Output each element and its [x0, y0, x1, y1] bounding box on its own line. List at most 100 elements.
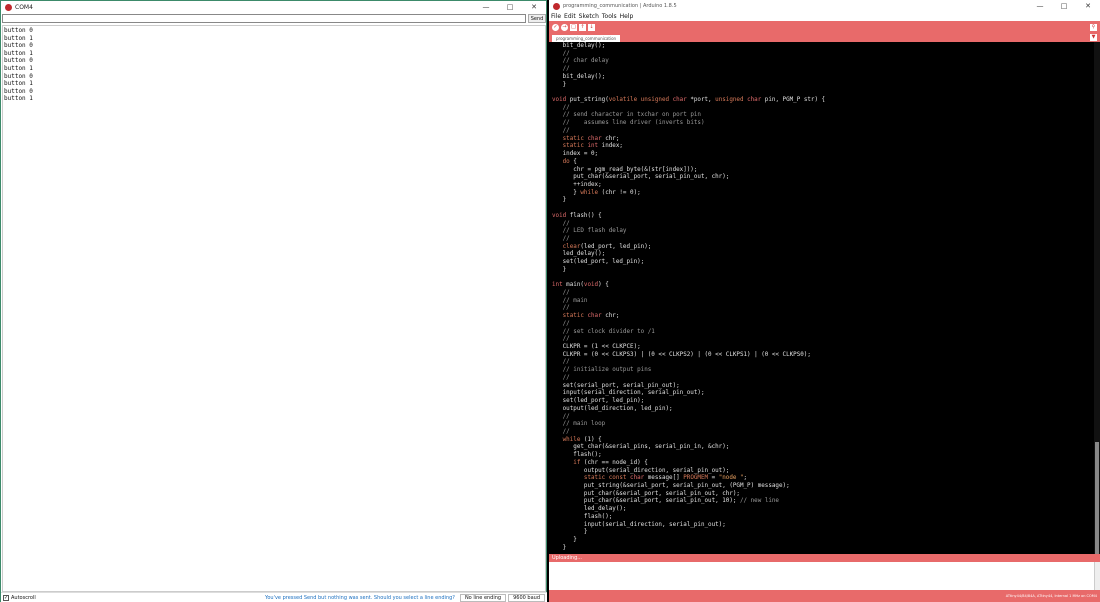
- ide-footer: ATtiny44/84/84A, ATtiny44, Internal 1 MH…: [549, 590, 1100, 602]
- code-line: while (1) {: [562, 436, 602, 443]
- ide-titlebar: programming_communication | Arduino 1.8.…: [549, 0, 1100, 12]
- serial-monitor-title: COM4: [15, 3, 33, 11]
- code-line: output(serial_direction, serial_pin_out)…: [552, 467, 730, 474]
- console-output: [549, 562, 1100, 590]
- menu-item-sketch[interactable]: Sketch: [579, 13, 599, 20]
- code-line: static char chr;: [562, 313, 620, 320]
- verify-icon[interactable]: ✓: [552, 23, 559, 31]
- maximize-icon[interactable]: □: [498, 3, 522, 11]
- line-ending-message: You've pressed Send but nothing was sent…: [264, 594, 455, 601]
- open-icon[interactable]: ↑: [579, 23, 586, 31]
- serial-input[interactable]: [2, 14, 526, 23]
- upload-icon[interactable]: →: [561, 23, 568, 31]
- code-line: CLKPR = (0 << CLKPS3) | (0 << CLKPS2) | …: [552, 351, 811, 358]
- line-ending-select[interactable]: No line ending: [459, 593, 507, 602]
- serial-monitor-icon[interactable]: ⚲: [1090, 23, 1097, 31]
- code-line: set(serial_port, serial_pin_out);: [552, 382, 680, 389]
- code-line: // send character in txchar on port pin: [562, 112, 701, 119]
- menu-item-file[interactable]: File: [551, 13, 561, 20]
- code-line: //: [562, 50, 570, 57]
- code-line: set(led_port, led_pin);: [552, 398, 645, 405]
- code-line: chr = pgm_read_byte(&(str[index]));: [552, 166, 698, 173]
- code-line: //: [562, 359, 570, 366]
- minimize-icon[interactable]: —: [1028, 2, 1052, 10]
- status-bar: Uploading...: [549, 554, 1100, 562]
- code-line: } while (chr != 0);: [552, 189, 641, 196]
- serial-output[interactable]: button 0 button 1 button 0 button 1 button 0…: [2, 25, 546, 592]
- code-line: int main(void) {: [552, 282, 609, 289]
- menu-item-edit[interactable]: Edit: [564, 13, 576, 20]
- code-line: }: [552, 544, 567, 551]
- baud-select[interactable]: 9600 baud: [508, 593, 545, 602]
- maximize-icon[interactable]: □: [1052, 2, 1076, 10]
- code-line: clear(led_port, led_pin);: [562, 243, 652, 250]
- toolbar: ✓ → □ ↑ ↓ ⚲: [549, 21, 1100, 33]
- editor-scrollbar[interactable]: [1094, 42, 1100, 592]
- code-line: input(serial_direction, serial_pin_out);: [552, 390, 705, 397]
- code-line: }: [552, 266, 567, 273]
- code-line: put_char(&serial_port, serial_pin_out, c…: [552, 174, 730, 181]
- new-icon[interactable]: □: [570, 23, 577, 31]
- code-line: input(serial_direction, serial_pin_out);: [552, 521, 726, 528]
- send-button[interactable]: Send: [528, 14, 546, 23]
- code-line: //: [562, 220, 570, 227]
- code-line: if (chr == node_id) {: [573, 459, 648, 466]
- autoscroll-checkbox[interactable]: ✓: [3, 594, 9, 601]
- serial-output-line: button 1: [4, 80, 33, 88]
- code-line: CLKPR = (1 << CLKPCE);: [552, 344, 641, 351]
- menu-item-help[interactable]: Help: [620, 13, 634, 20]
- code-line: get_char(&serial_pins, serial_pin_in, &c…: [552, 444, 730, 451]
- code-line: led_delay();: [552, 251, 606, 258]
- code-line: //: [562, 374, 570, 381]
- arduino-icon: [5, 3, 12, 11]
- close-icon[interactable]: ✕: [1076, 2, 1100, 10]
- code-line: }: [552, 537, 577, 543]
- code-line: // main: [562, 297, 588, 304]
- code-line: //: [562, 336, 570, 343]
- code-line: // assumes line driver (inverts bits): [562, 120, 705, 127]
- console-scrollbar[interactable]: [1094, 562, 1100, 590]
- code-line: led_delay();: [552, 506, 627, 513]
- code-line: }: [552, 197, 567, 204]
- code-line: //: [562, 305, 570, 312]
- code-line: static int index;: [562, 143, 623, 150]
- code-line: void flash() {: [552, 212, 602, 219]
- autoscroll-label: Autoscroll: [11, 594, 36, 601]
- code-line: // initialize output pins: [562, 367, 652, 374]
- code-line: // LED flash delay: [562, 228, 627, 235]
- serial-output-line: button 1: [4, 64, 33, 72]
- code-line: flash();: [552, 452, 602, 459]
- code-line: // set clock divider to /1: [562, 328, 655, 335]
- code-line: do {: [562, 158, 577, 165]
- code-line: //: [562, 66, 570, 73]
- tab-menu-icon[interactable]: ▼: [1090, 34, 1097, 41]
- serial-output-line: button 0: [4, 27, 33, 34]
- code-line: // char delay: [562, 58, 609, 65]
- tab-bar: programming_communication ▼: [549, 33, 1100, 42]
- serial-monitor-titlebar: COM4 — □ ✕: [1, 1, 546, 13]
- code-line: //: [562, 235, 570, 242]
- code-line: output(led_direction, led_pin);: [552, 405, 673, 412]
- code-line: bit_delay();: [552, 43, 606, 49]
- serial-output-line: button 1: [4, 49, 33, 57]
- code-line: // main loop: [562, 421, 606, 428]
- code-line: }: [552, 529, 588, 536]
- code-line: flash();: [552, 513, 613, 520]
- serial-output-line: button 0: [4, 87, 33, 95]
- code-line: put_char(&serial_port, serial_pin_out, c…: [552, 490, 740, 497]
- tab-sketch[interactable]: programming_communication: [552, 35, 621, 42]
- menu-item-tools[interactable]: Tools: [602, 13, 617, 20]
- close-icon[interactable]: ✕: [522, 3, 546, 11]
- code-editor[interactable]: bit_delay(); // // char delay // bit_del…: [549, 42, 1100, 554]
- code-line: //: [562, 320, 570, 327]
- serial-output-line: button 1: [4, 34, 33, 42]
- arduino-icon: [553, 2, 560, 10]
- serial-monitor-window: COM4 — □ ✕ Send button 0 button 1 button 0…: [0, 0, 547, 602]
- code-line: ++index;: [552, 181, 602, 188]
- serial-monitor-footer: ✓ Autoscroll You've pressed Send but not…: [1, 592, 547, 602]
- save-icon[interactable]: ↓: [588, 23, 595, 31]
- minimize-icon[interactable]: —: [474, 3, 498, 11]
